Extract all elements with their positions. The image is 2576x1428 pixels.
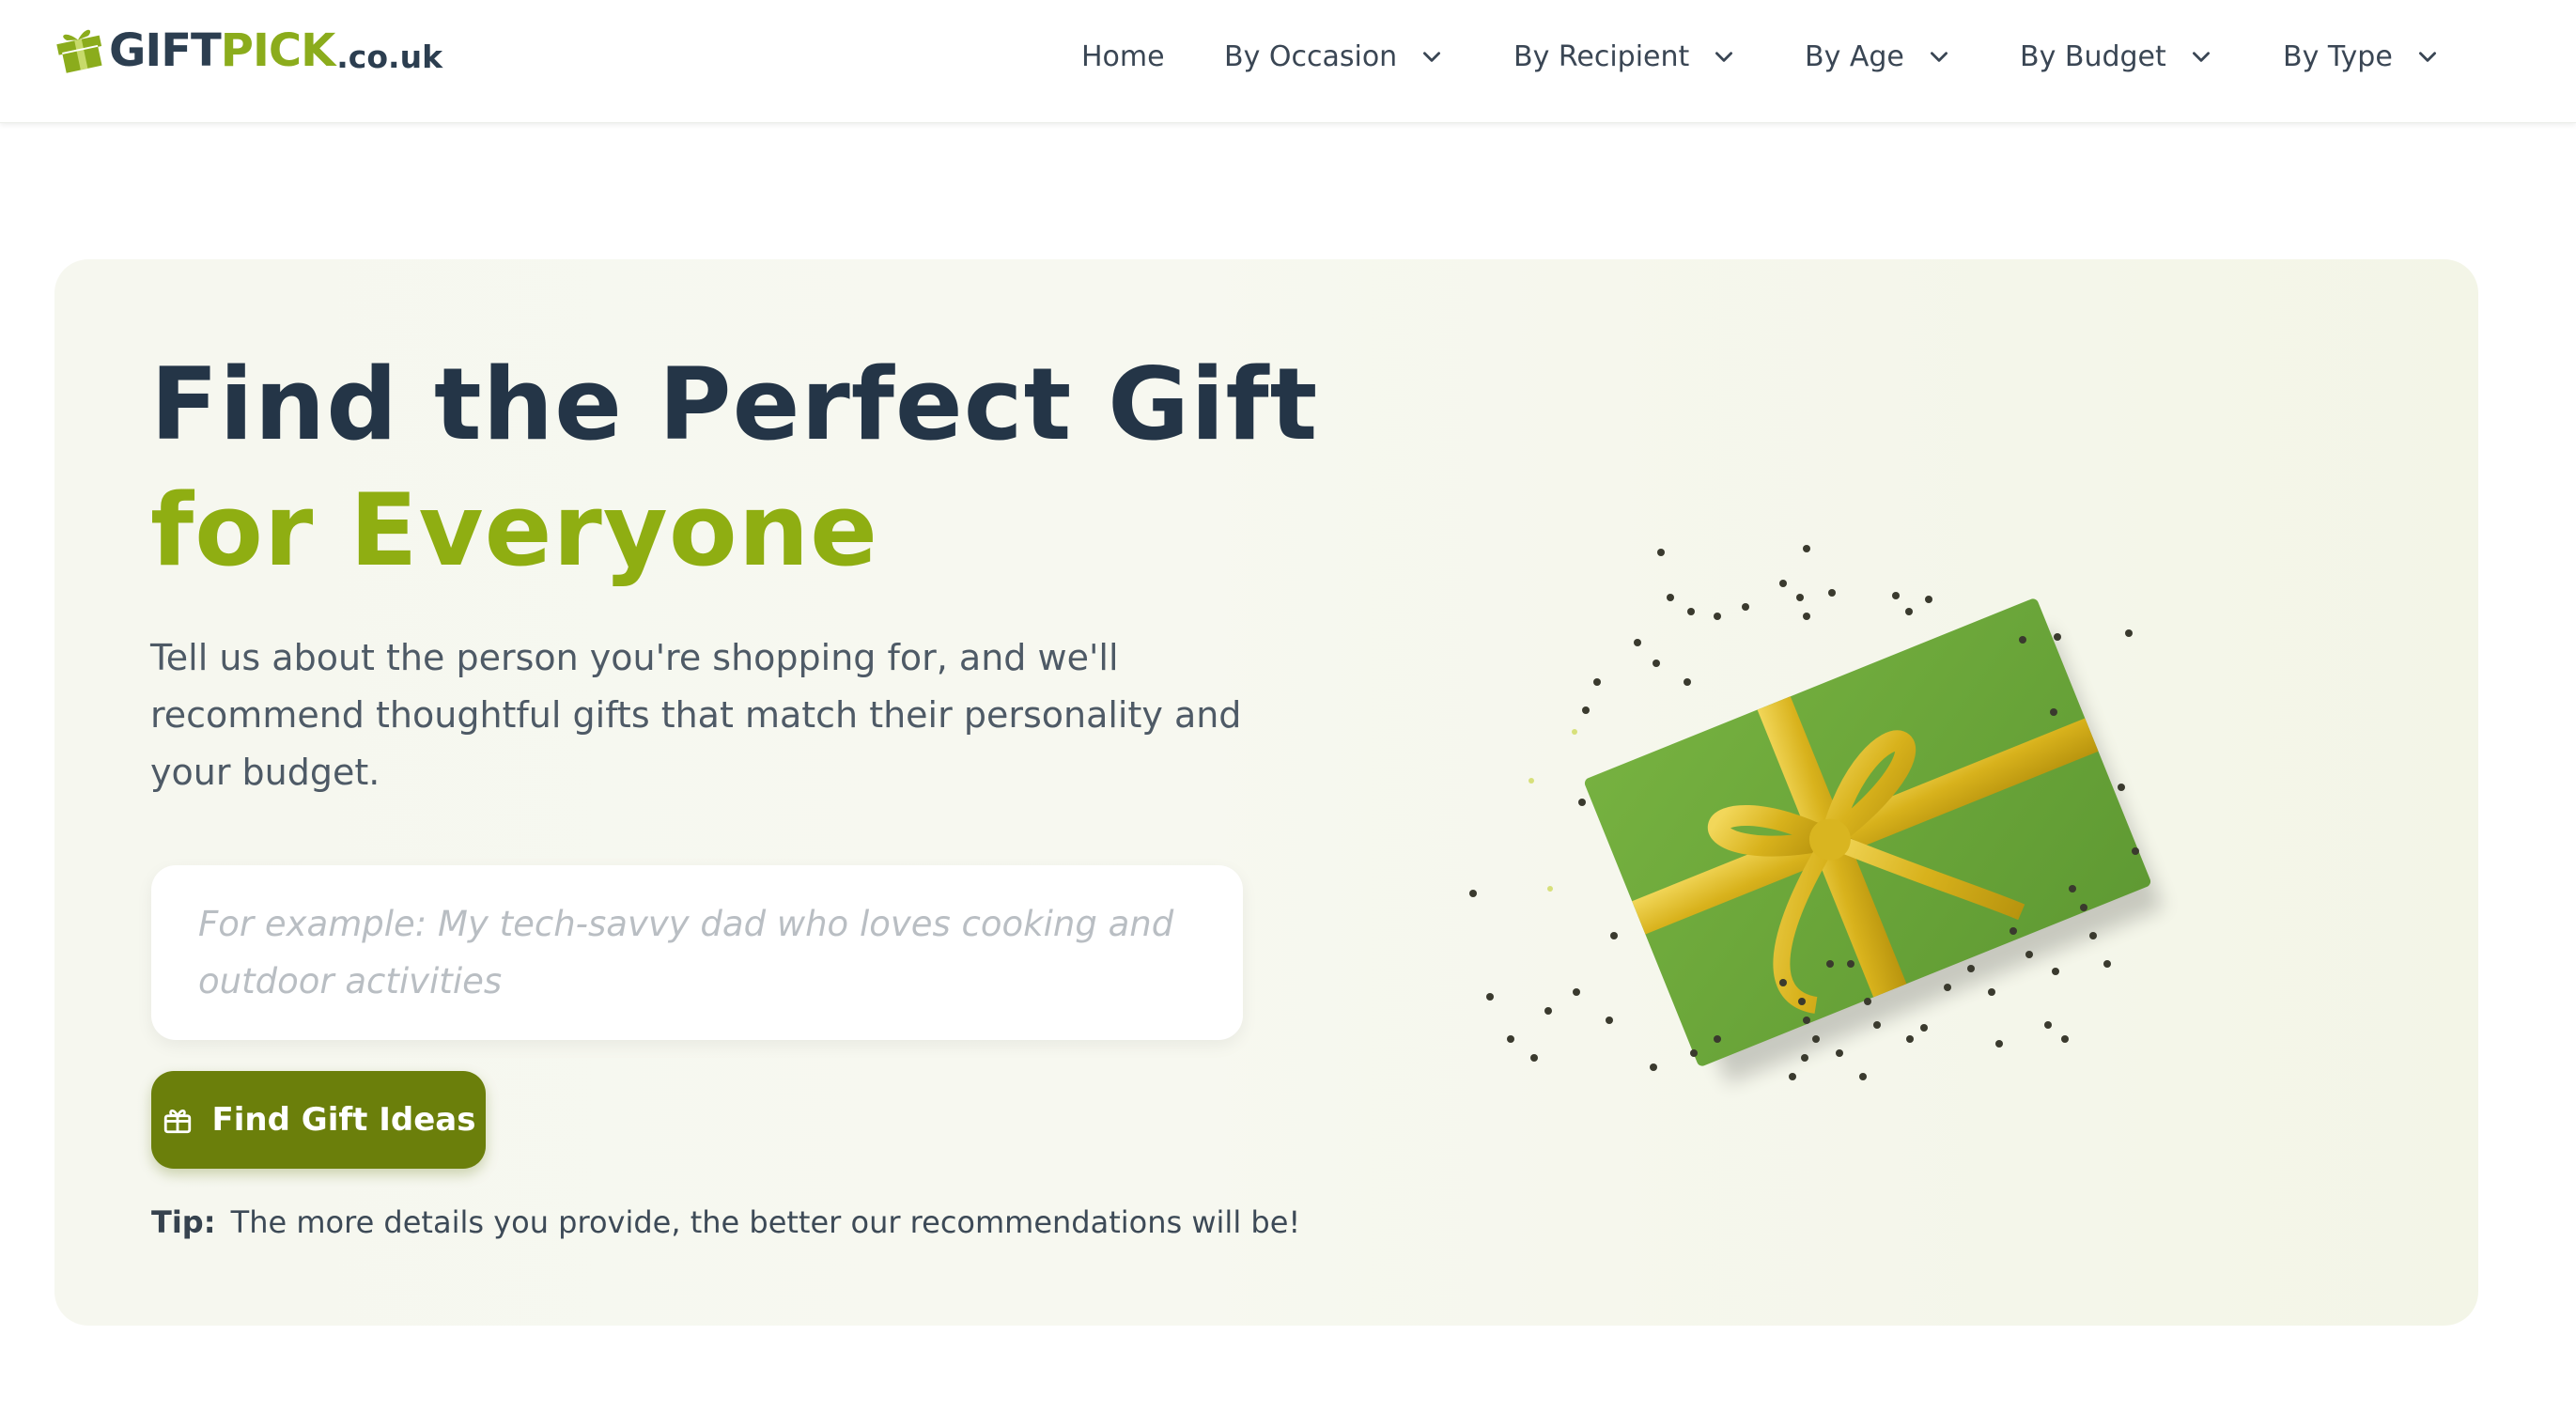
nav-by-type-label: By Type: [2283, 39, 2393, 73]
nav-by-recipient-label: By Recipient: [1513, 39, 1690, 73]
nav-home[interactable]: Home: [1081, 34, 1165, 79]
find-gift-ideas-button[interactable]: Find Gift Ideas: [151, 1071, 486, 1169]
chevron-down-icon: [2192, 52, 2210, 62]
hero-title: Find the Perfect Gift for Everyone: [150, 342, 1372, 594]
nav-by-age-label: By Age: [1805, 39, 1904, 73]
hero-section: Find the Perfect Gift for Everyone Tell …: [54, 259, 2478, 1326]
nav-by-budget-label: By Budget: [2020, 39, 2166, 73]
tip-text: Tip: The more details you provide, the b…: [151, 1204, 1373, 1240]
gift-description-input[interactable]: [151, 865, 1243, 1040]
nav-by-occasion-label: By Occasion: [1224, 39, 1398, 73]
chevron-down-icon: [1423, 52, 1441, 62]
main-nav: Home By Occasion By Recipient By Age By …: [0, 0, 2576, 113]
chevron-down-icon: [2418, 52, 2436, 62]
site-header: GIFT PICK .co.uk Home By Occasion By Rec…: [0, 0, 2576, 123]
chevron-down-icon: [1930, 52, 1948, 62]
tip-label: Tip:: [151, 1204, 216, 1240]
find-gift-ideas-label: Find Gift Ideas: [211, 1101, 476, 1139]
gift-icon: [163, 1110, 191, 1134]
nav-by-budget[interactable]: By Budget: [2020, 34, 2213, 79]
gift-illustration: [1469, 545, 2164, 1084]
nav-by-recipient[interactable]: By Recipient: [1513, 34, 1736, 79]
nav-by-type[interactable]: By Type: [2283, 34, 2440, 79]
hero-description: Tell us about the person you're shopping…: [150, 637, 1242, 793]
hero-title-line2: for Everyone: [150, 473, 879, 588]
tip-message: The more details you provide, the better…: [230, 1204, 1301, 1240]
nav-by-occasion[interactable]: By Occasion: [1224, 34, 1444, 79]
nav-home-label: Home: [1081, 39, 1165, 73]
chevron-down-icon: [1715, 52, 1733, 62]
hero-title-line1: Find the Perfect Gift: [150, 347, 1319, 462]
nav-by-age[interactable]: By Age: [1805, 34, 1951, 79]
